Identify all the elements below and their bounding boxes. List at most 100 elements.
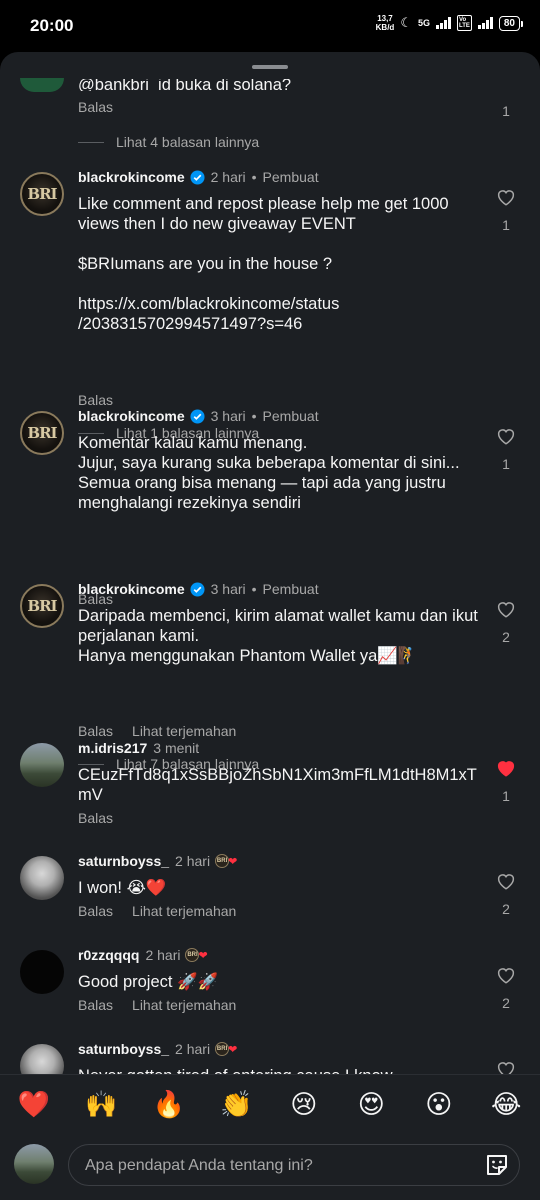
comment-text: Good project 🚀🚀	[78, 973, 219, 991]
reply-button[interactable]: Balas	[78, 997, 113, 1013]
reaction-crying-face[interactable]: 😢	[284, 1089, 324, 1120]
username[interactable]: saturnboyss_	[78, 1041, 169, 1057]
reply-button[interactable]: Balas	[78, 723, 113, 739]
comment-input-wrapper[interactable]	[68, 1144, 520, 1187]
creator-tag: Pembuat	[262, 408, 319, 424]
username[interactable]: m.idris217	[78, 740, 147, 756]
like-count: 2	[502, 901, 510, 917]
username[interactable]: saturnboyss_	[78, 853, 169, 869]
avatar[interactable]: BRI	[20, 172, 64, 216]
comment-time: 3 hari	[210, 581, 246, 597]
comment-time: 2 hari	[145, 947, 181, 963]
comment-actions: Balas	[78, 392, 113, 408]
heart-outline-icon[interactable]	[496, 1060, 516, 1074]
like-count: 1	[502, 788, 510, 804]
comment-header: blackrokincome 3 hari • Pembuat	[78, 581, 319, 597]
creator-liked-badge: BRI ❤	[215, 854, 237, 868]
signal-strength-icon	[435, 17, 451, 29]
heart-outline-icon[interactable]	[496, 600, 516, 618]
separator-dot: •	[251, 169, 257, 185]
see-translation-button[interactable]: Lihat terjemahan	[132, 723, 236, 739]
comment-actions: Balas Lihat terjemahan	[78, 903, 236, 919]
comment-header: saturnboyss_ 2 hari BRI ❤	[78, 853, 237, 869]
reaction-red-heart[interactable]: ❤️	[14, 1089, 54, 1120]
comment-text: CEuzFfTd8q1xSsBBjoZhSbN1Xim3mFfLM1dtH8M1…	[78, 766, 477, 804]
like-count: 2	[502, 629, 510, 645]
comment-text: I won! 😭❤️	[78, 879, 167, 897]
like-count: 1	[502, 217, 510, 233]
username[interactable]: blackrokincome	[78, 408, 185, 424]
reaction-tears-of-joy[interactable]: 😂	[486, 1089, 526, 1120]
heart-filled-icon[interactable]	[496, 759, 516, 777]
quick-reactions-bar: ❤️ 🙌 🔥 👏 😢 😍 😮 😂	[0, 1074, 540, 1133]
verified-badge-icon	[190, 581, 205, 597]
comment-time: 3 menit	[153, 740, 200, 756]
reply-button[interactable]: Balas	[78, 810, 113, 826]
avatar[interactable]	[20, 78, 64, 92]
network-type-label: 5G	[417, 18, 430, 28]
comment-text: Daripada membenci, kirim alamat wallet k…	[78, 607, 478, 665]
reaction-surprised-face[interactable]: 😮	[419, 1089, 459, 1120]
see-translation-button[interactable]: Lihat terjemahan	[132, 903, 236, 919]
like-control: 1	[492, 427, 520, 472]
creator-tag: Pembuat	[262, 169, 319, 185]
avatar[interactable]: BRI	[20, 584, 64, 628]
comment-time: 2 hari	[175, 853, 211, 869]
reply-button[interactable]: Balas	[78, 99, 113, 115]
battery-icon: 80	[498, 15, 524, 31]
verified-badge-icon	[190, 169, 205, 185]
comment-time: 3 hari	[210, 408, 246, 424]
creator-liked-badge: BRI ❤	[185, 948, 208, 962]
comment-time: 2 hari	[175, 1041, 211, 1057]
like-control: 1	[492, 92, 520, 119]
username[interactable]: blackrokincome	[78, 169, 185, 185]
heart-outline-icon[interactable]	[496, 872, 516, 890]
like-count: 1	[502, 456, 510, 472]
comment-input[interactable]	[83, 1145, 467, 1187]
comment-actions: Balas Lihat terjemahan	[78, 723, 236, 739]
status-time: 20:00	[30, 16, 74, 35]
reaction-raising-hands[interactable]: 🙌	[81, 1089, 121, 1120]
reply-button[interactable]: Balas	[78, 903, 113, 919]
username[interactable]: r0zzqqqq	[78, 947, 139, 963]
heart-outline-icon[interactable]	[496, 188, 516, 206]
comment-header: r0zzqqqq 2 hari BRI ❤	[78, 947, 208, 963]
reply-button[interactable]: Balas	[78, 392, 113, 408]
separator-dot: •	[251, 581, 257, 597]
heart-outline-icon[interactable]	[496, 966, 516, 984]
avatar[interactable]	[20, 950, 64, 994]
avatar[interactable]	[20, 1044, 64, 1074]
comments-list[interactable]: @bankbri_id buka di solana? Balas 1 Liha…	[0, 52, 540, 1074]
comment-text: Never gotten tired of entering cause I k…	[78, 1066, 488, 1074]
creator-avatar-mini: BRI	[185, 948, 200, 962]
avatar[interactable]: BRI	[20, 411, 64, 455]
comment-actions: Balas	[78, 99, 113, 115]
heart-outline-icon[interactable]	[496, 427, 516, 445]
view-more-replies-button[interactable]: Lihat 4 balasan lainnya	[78, 134, 259, 150]
reaction-fire[interactable]: 🔥	[149, 1089, 189, 1120]
signal-strength-icon-2	[477, 17, 493, 29]
like-control: 1	[492, 759, 520, 804]
avatar[interactable]	[20, 743, 64, 787]
heart-mini-icon: ❤	[228, 1043, 238, 1056]
avatar[interactable]	[20, 856, 64, 900]
like-control: 2	[492, 600, 520, 645]
see-translation-button[interactable]: Lihat terjemahan	[132, 997, 236, 1013]
reaction-heart-eyes[interactable]: 😍	[351, 1089, 391, 1120]
status-bar: 20:00 13,7 KB/d ☾ 5G Vo LTE 80	[0, 0, 540, 52]
volte-icon: Vo LTE	[456, 15, 472, 31]
reaction-clapping-hands[interactable]: 👏	[216, 1089, 256, 1120]
creator-avatar-mini: BRI	[215, 1042, 230, 1056]
separator-dot: •	[251, 408, 257, 424]
comment-composer	[0, 1132, 540, 1200]
comment-text: Like comment and repost please help me g…	[78, 195, 449, 333]
heart-mini-icon: ❤	[228, 855, 238, 868]
sticker-icon[interactable]	[483, 1151, 511, 1179]
username[interactable]: blackrokincome	[78, 581, 185, 597]
comment-header: saturnboyss_ 2 hari BRI ❤	[78, 1041, 237, 1057]
current-user-avatar	[14, 1144, 54, 1184]
comments-sheet: @bankbri_id buka di solana? Balas 1 Liha…	[0, 52, 540, 1200]
like-control	[492, 1060, 520, 1074]
comment-text: @bankbri_id buka di solana?	[78, 76, 292, 91]
like-control: 2	[492, 966, 520, 1011]
